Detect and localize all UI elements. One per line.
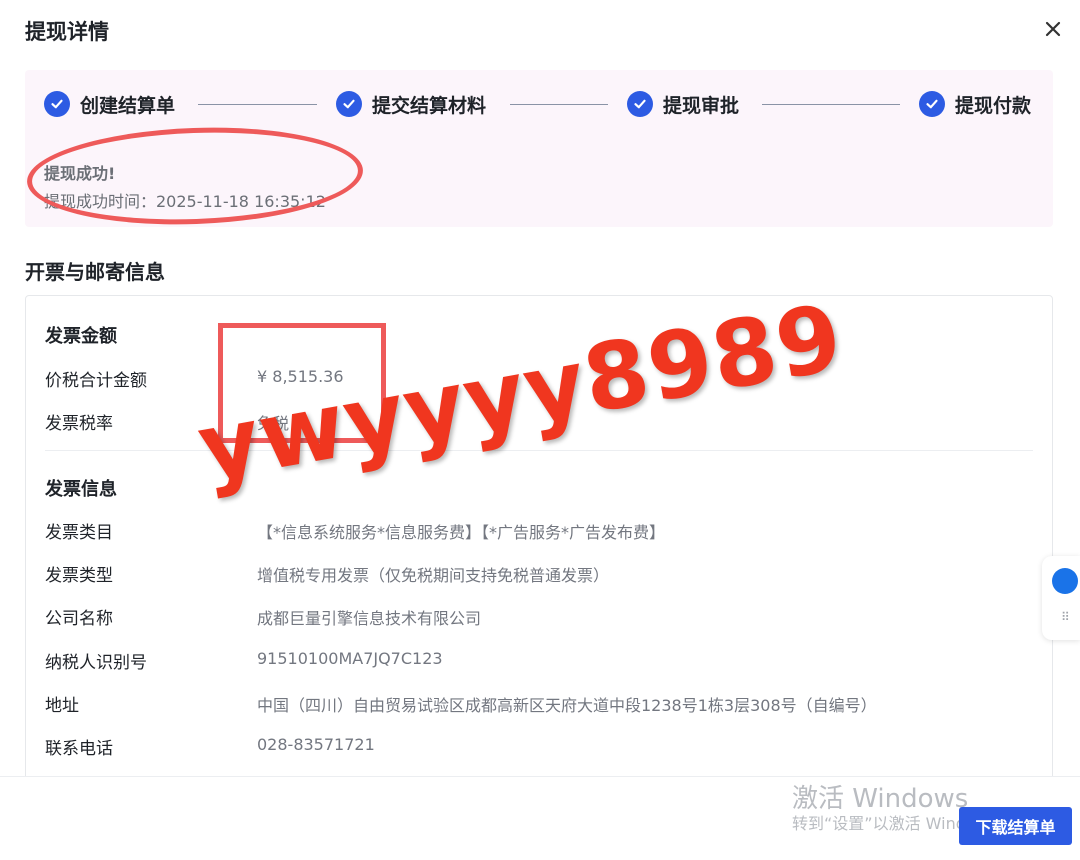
chat-icon[interactable] <box>1052 568 1078 594</box>
row-label-total-amount: 价税合计金额 <box>45 371 147 391</box>
row-label-category: 发票类目 <box>45 523 113 543</box>
step-label: 提现审批 <box>663 94 740 117</box>
close-icon <box>1045 21 1061 37</box>
row-value-category: 【*信息系统服务*信息服务费】【*广告服务*广告发布费】 <box>257 523 666 542</box>
row-label-phone: 联系电话 <box>45 739 113 759</box>
row-value-address: 中国（四川）自由贸易试验区成都高新区天府大道中段1238号1栋3层308号（自编… <box>257 696 877 715</box>
step-create-statement: 创建结算单 <box>44 90 175 118</box>
step-connector <box>510 104 608 105</box>
step-label: 提现付款 <box>955 94 1032 117</box>
side-help-widget[interactable]: ⠿ <box>1042 556 1080 640</box>
group-title-invoice-info: 发票信息 <box>45 479 117 500</box>
row-value-phone: 028-83571721 <box>257 735 375 754</box>
check-circle-icon <box>919 91 945 117</box>
close-button[interactable] <box>1040 16 1066 42</box>
page-title: 提现详情 <box>25 20 109 44</box>
step-submit-materials: 提交结算材料 <box>336 90 486 118</box>
step-connector <box>762 104 900 105</box>
step-label: 创建结算单 <box>80 94 176 117</box>
row-value-company: 成都巨量引擎信息技术有限公司 <box>257 609 482 628</box>
section-title: 开票与邮寄信息 <box>25 260 165 284</box>
row-label-invoice-type: 发票类型 <box>45 566 113 586</box>
drag-handle-icon[interactable]: ⠿ <box>1061 610 1070 624</box>
step-approval: 提现审批 <box>627 90 739 118</box>
row-value-invoice-type: 增值税专用发票（仅免税期间支持免税普通发票） <box>257 566 610 585</box>
row-value-taxpayer-id: 91510100MA7JQ7C123 <box>257 649 443 668</box>
divider <box>45 450 1033 451</box>
check-circle-icon <box>336 91 362 117</box>
step-connector <box>198 104 317 105</box>
check-circle-icon <box>627 91 653 117</box>
step-payment: 提现付款 <box>919 90 1031 118</box>
row-label-tax-rate: 发票税率 <box>45 414 113 434</box>
row-label-address: 地址 <box>45 696 79 716</box>
group-title-invoice-amount: 发票金额 <box>45 326 117 347</box>
check-circle-icon <box>44 91 70 117</box>
row-label-taxpayer-id: 纳税人识别号 <box>45 653 147 673</box>
step-label: 提交结算材料 <box>372 94 487 117</box>
row-label-company: 公司名称 <box>45 609 113 629</box>
download-statement-button[interactable]: 下载结算单 <box>959 807 1072 845</box>
